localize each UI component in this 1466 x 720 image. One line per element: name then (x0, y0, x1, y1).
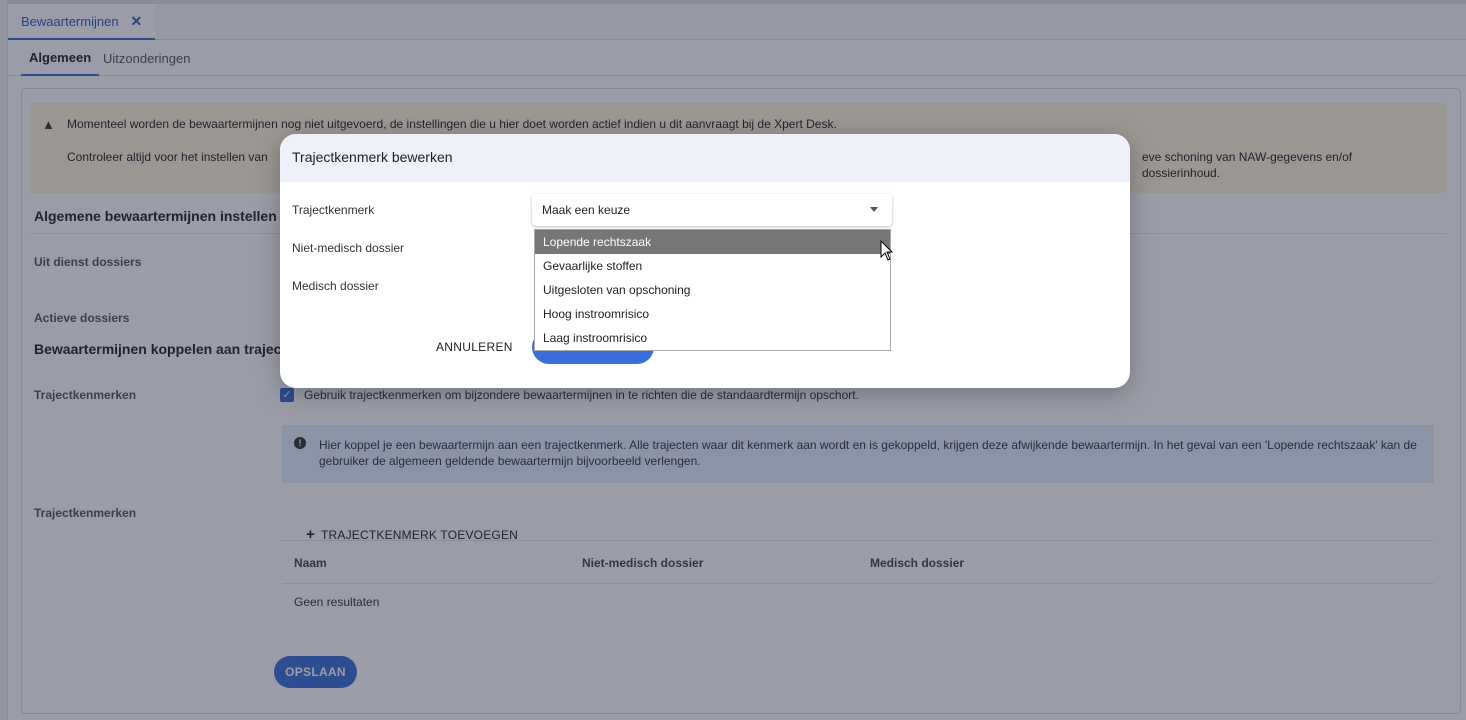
label-medisch-dossier: Medisch dossier (292, 279, 379, 293)
label-trajectkenmerk: Trajectkenmerk (292, 203, 375, 217)
option-hoog-instroomrisico[interactable]: Hoog instroomrisico (535, 302, 890, 326)
option-uitgesloten-van-opschoning[interactable]: Uitgesloten van opschoning (535, 278, 890, 302)
caret-down-icon (870, 207, 878, 212)
dialog-header: Trajectkenmerk bewerken (280, 134, 1130, 182)
trajectkenmerk-select[interactable]: Maak een keuze (532, 194, 892, 226)
option-gevaarlijke-stoffen[interactable]: Gevaarlijke stoffen (535, 254, 890, 278)
cancel-button[interactable]: ANNULEREN (436, 340, 513, 354)
label-niet-medisch-dossier: Niet-medisch dossier (292, 241, 405, 255)
trajectkenmerk-options-list: Lopende rechtszaak Gevaarlijke stoffen U… (534, 229, 891, 351)
option-laag-instroomrisico[interactable]: Laag instroomrisico (535, 326, 890, 350)
select-value: Maak een keuze (542, 203, 631, 217)
mouse-cursor-icon (880, 240, 894, 261)
option-lopende-rechtszaak[interactable]: Lopende rechtszaak (535, 230, 890, 254)
dialog-title: Trajectkenmerk bewerken (292, 149, 453, 165)
